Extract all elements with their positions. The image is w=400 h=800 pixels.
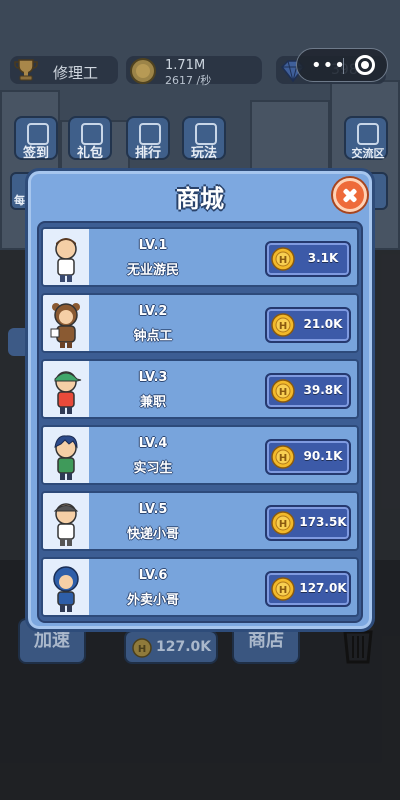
- item-name: 兼职: [139, 395, 166, 410]
- svg-text:H: H: [279, 453, 287, 464]
- close-icon[interactable]: [333, 178, 367, 212]
- cap-worker-avatar-icon: [54, 371, 82, 414]
- svg-text:H: H: [279, 519, 287, 530]
- community-button[interactable]: 交流区: [344, 116, 388, 160]
- item-name: 实习生: [133, 461, 173, 476]
- buy-button[interactable]: H 3.1K: [265, 241, 351, 277]
- checkin-label: 签到: [22, 146, 49, 161]
- miniprogram-capsule: •••: [296, 48, 388, 82]
- shop-list[interactable]: LV.1 无业游民 H 3.1K LV.2 钟点工 H 21.0K LV.3 兼…: [37, 221, 363, 623]
- delivery-rider-avatar-icon: [53, 566, 79, 612]
- item-level: LV.4: [138, 436, 168, 451]
- intern-avatar-icon: [54, 435, 78, 480]
- bear-costume-avatar-icon: [50, 303, 80, 348]
- item-price: 21.0K: [303, 317, 343, 331]
- close-miniprogram-icon[interactable]: [355, 55, 375, 75]
- howtoplay-label: 玩法: [190, 146, 217, 161]
- shop-modal: 商城 LV.1 无业游民 H 3.1K LV.2 钟点工 H 21.0K LV.…: [25, 168, 375, 632]
- item-price: 3.1K: [307, 251, 339, 265]
- svg-text:H: H: [279, 387, 287, 398]
- buy-button[interactable]: H 21.0K: [265, 307, 351, 343]
- worker-avatar-icon: [55, 238, 77, 282]
- job-title-pill: 修理工: [10, 56, 118, 84]
- howtoplay-button[interactable]: 玩法: [182, 116, 226, 161]
- chat-icon: [357, 123, 379, 145]
- job-title: 修理工: [53, 64, 99, 82]
- buy-coin-value: 127.0K: [156, 639, 212, 655]
- ranking-button[interactable]: 排行: [126, 116, 170, 161]
- list-item: LV.4 实习生 H 90.1K: [41, 425, 359, 485]
- courier-avatar-icon: [53, 503, 79, 546]
- coin-icon: H: [271, 511, 295, 535]
- list-item: LV.3 兼职 H 39.8K: [41, 359, 359, 419]
- item-price: 39.8K: [303, 383, 343, 397]
- coin-icon: H: [132, 638, 152, 658]
- capsule-divider: [343, 58, 344, 74]
- item-name: 外卖小哥: [126, 593, 179, 608]
- coin-icon: H: [271, 379, 295, 403]
- item-name: 无业游民: [126, 263, 179, 278]
- list-item: LV.1 无业游民 H 3.1K: [41, 227, 359, 287]
- buy-button[interactable]: H 90.1K: [265, 439, 351, 475]
- coin-balance-pill: 1.71M 2617 /秒: [126, 56, 262, 87]
- checkin-button[interactable]: 签到: [14, 116, 58, 161]
- list-item: LV.5 快递小哥 H 173.5K: [41, 491, 359, 551]
- coin-icon: H: [271, 577, 295, 601]
- buy-button[interactable]: H 127.0K: [265, 571, 351, 607]
- coin-balance: 1.71M: [165, 58, 206, 73]
- community-label: 交流区: [351, 147, 385, 160]
- item-level: LV.3: [138, 370, 168, 385]
- item-price: 90.1K: [303, 449, 343, 463]
- item-level: LV.1: [138, 238, 168, 253]
- coin-icon: H: [271, 445, 295, 469]
- trophy-icon: [14, 59, 38, 81]
- svg-text:H: H: [279, 321, 287, 332]
- coin-bag-icon: [130, 58, 156, 84]
- item-price: 173.5K: [299, 515, 347, 529]
- speed-up-label: 加速: [34, 630, 70, 651]
- coin-icon: H: [271, 313, 295, 337]
- item-price: 127.0K: [299, 581, 347, 595]
- item-name: 钟点工: [133, 329, 173, 344]
- svg-text:H: H: [138, 644, 146, 655]
- gift-label: 礼包: [76, 146, 103, 161]
- item-level: LV.6: [138, 568, 168, 583]
- list-item: LV.6 外卖小哥 H 127.0K: [41, 557, 359, 617]
- buy-button[interactable]: H 173.5K: [265, 505, 351, 541]
- buy-button[interactable]: H 39.8K: [265, 373, 351, 409]
- coin-icon: H: [271, 247, 295, 271]
- buy-coin-button[interactable]: H 127.0K: [124, 630, 218, 664]
- modal-title: 商城: [176, 185, 224, 213]
- ranking-label: 排行: [134, 146, 161, 161]
- gift-button[interactable]: 礼包: [68, 116, 112, 161]
- shop-label: 商店: [248, 630, 284, 651]
- item-level: LV.2: [138, 304, 168, 319]
- svg-text:H: H: [279, 255, 287, 266]
- svg-text:H: H: [279, 585, 287, 596]
- daily-side-label: 每: [14, 194, 25, 207]
- item-name: 快递小哥: [126, 527, 179, 542]
- more-icon[interactable]: •••: [311, 55, 346, 76]
- list-item: LV.2 钟点工 H 21.0K: [41, 293, 359, 353]
- item-level: LV.5: [138, 502, 168, 517]
- coin-rate: 2617 /秒: [165, 74, 212, 87]
